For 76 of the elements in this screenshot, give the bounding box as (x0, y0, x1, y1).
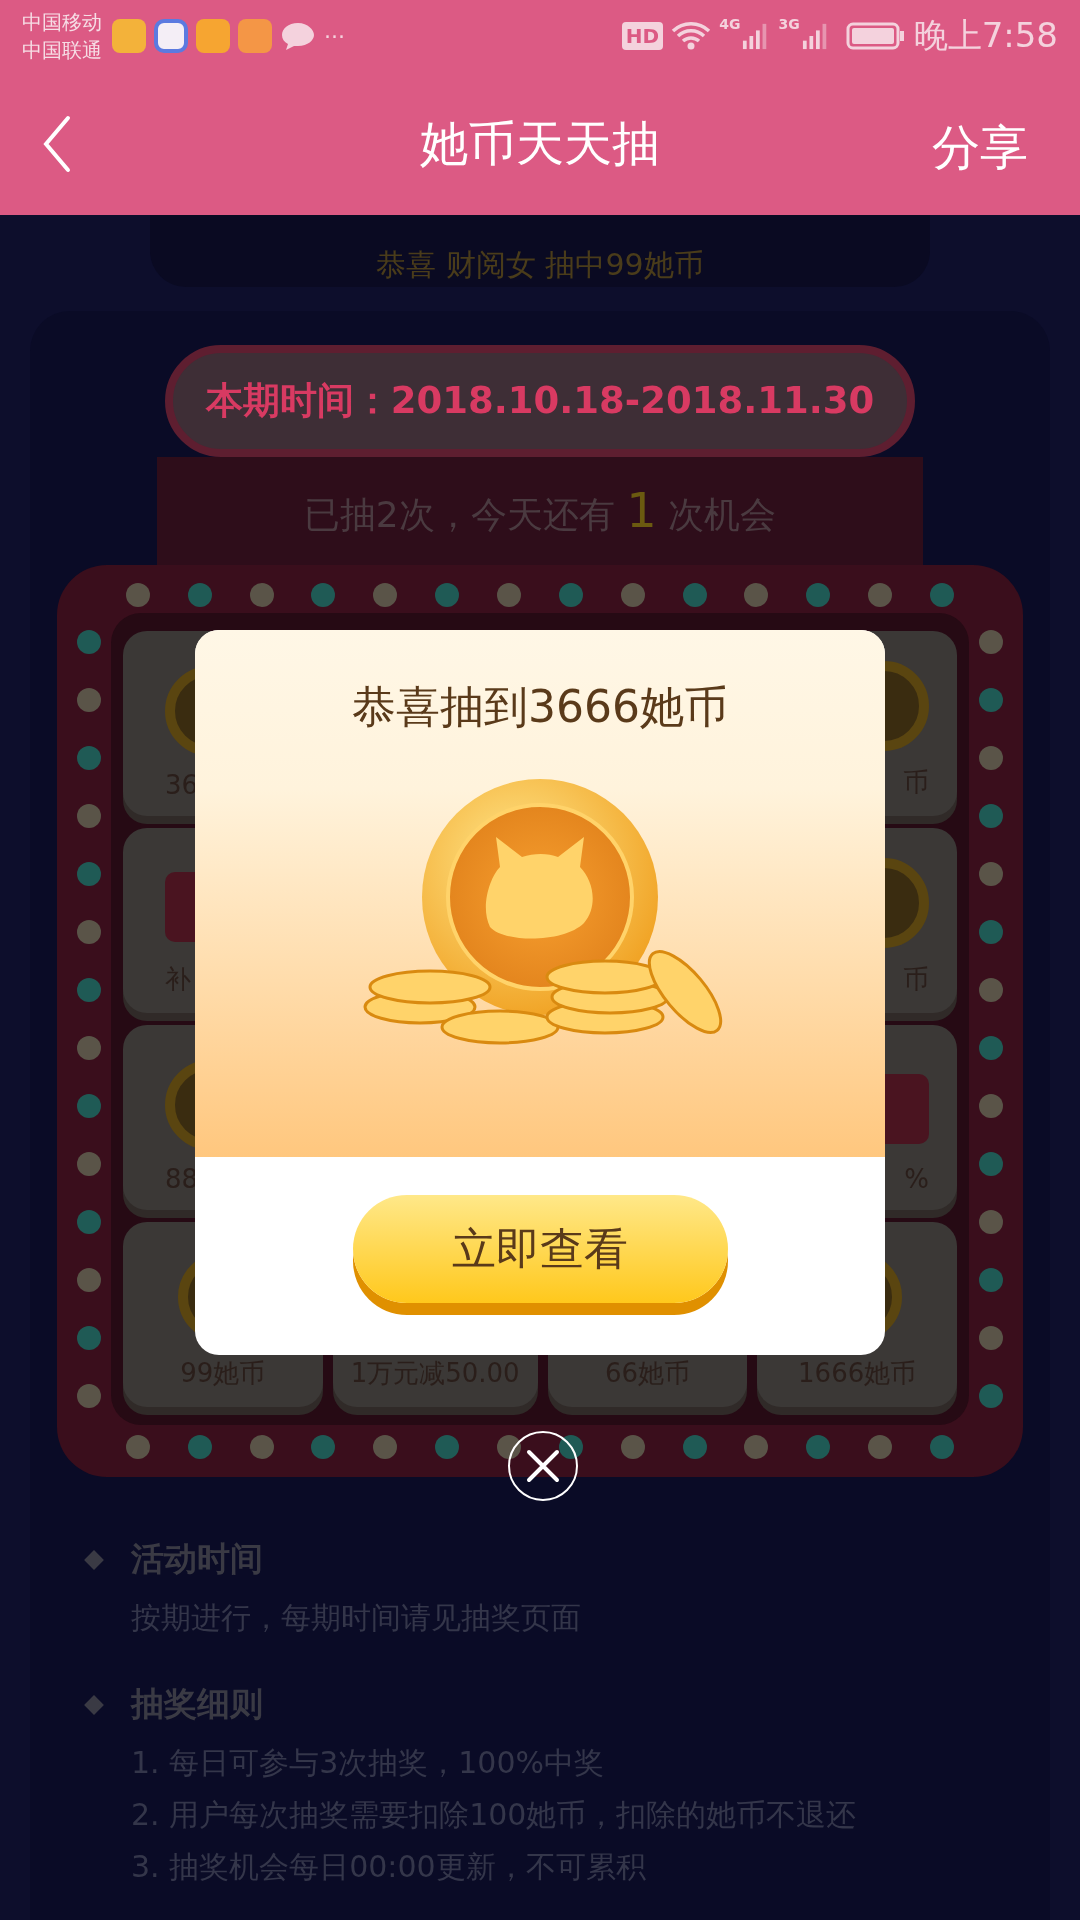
chat-bubble-icon (280, 21, 316, 51)
light-bulb (558, 583, 583, 607)
light-bulb (77, 1268, 101, 1292)
battery-icon (845, 21, 906, 51)
carrier-name: 中国移动 (22, 9, 102, 36)
light-bulb (125, 1435, 150, 1459)
light-bulb (373, 583, 398, 607)
carrier-name: 中国联通 (22, 37, 102, 64)
light-bulb (249, 583, 274, 607)
light-bulb (744, 1435, 769, 1459)
light-bulb (979, 862, 1003, 886)
light-bulb (497, 583, 521, 607)
close-icon[interactable] (507, 1430, 579, 1502)
light-bulb (373, 1435, 398, 1459)
light-bulb (868, 583, 893, 607)
light-bulb (620, 1435, 645, 1459)
light-bulb (979, 1094, 1003, 1118)
light-bulb (979, 920, 1003, 944)
dialog-title: 恭喜抽到3666她币 (352, 680, 728, 734)
light-bulb (497, 1435, 521, 1459)
light-bulb (744, 583, 769, 607)
light-bulb (806, 1435, 831, 1459)
light-bulb (125, 583, 150, 607)
light-bulb (929, 583, 954, 607)
light-bulb (806, 583, 831, 607)
light-bulb (77, 804, 101, 828)
light-bulb (558, 1435, 583, 1459)
light-bulb (979, 1210, 1003, 1234)
light-bulb (979, 746, 1003, 770)
hd-badge: HD (621, 22, 664, 50)
light-bulb (249, 1435, 274, 1459)
clock-time: 晚上7:58 (913, 14, 1058, 57)
light-bulb (868, 1435, 893, 1459)
back-icon[interactable] (42, 114, 72, 174)
light-bulb (682, 1435, 707, 1459)
light-bulb (435, 583, 460, 607)
app-notification-icon (154, 19, 188, 53)
light-bulb (77, 978, 101, 1002)
light-bulb (979, 1326, 1003, 1350)
light-bulb (77, 1036, 101, 1060)
light-bulb (979, 1268, 1003, 1292)
light-bulb (311, 1435, 336, 1459)
light-bulb (77, 688, 101, 712)
light-bulb (77, 1326, 101, 1350)
light-bulb (187, 583, 212, 607)
light-bulb (77, 862, 101, 886)
light-bulb (77, 1210, 101, 1234)
prize-label: % (904, 1164, 929, 1194)
light-bulb (979, 688, 1003, 712)
light-bulb (77, 1384, 101, 1408)
wifi-icon (671, 21, 712, 51)
light-bulb (77, 746, 101, 770)
light-bulb (620, 583, 645, 607)
light-bulb (979, 804, 1003, 828)
app-notification-icon (112, 19, 146, 53)
light-bulb (77, 1094, 101, 1118)
light-bulb (979, 1152, 1003, 1176)
light-bulb (979, 630, 1003, 654)
light-bulb (77, 1152, 101, 1176)
light-bulb (682, 583, 707, 607)
light-bulb (929, 1435, 954, 1459)
light-bulb (311, 583, 336, 607)
network-type: 4G (719, 16, 741, 32)
light-bulb (435, 1435, 460, 1459)
light-bulb (77, 630, 101, 654)
light-bulb (979, 1384, 1003, 1408)
light-bulb (979, 1036, 1003, 1060)
more-notifications: ··· (324, 23, 345, 49)
page-title: 她币天天抽 (420, 113, 660, 173)
light-bulb (979, 978, 1003, 1002)
share-button[interactable]: 分享 (932, 116, 1028, 180)
winner-message: 恭喜 财阅女 抽中99她币 (376, 246, 704, 284)
network-type: 3G (778, 16, 800, 32)
period-text: 本期时间：2018.10.18-2018.11.30 (205, 378, 875, 424)
light-bulb (77, 920, 101, 944)
light-bulb (187, 1435, 212, 1459)
